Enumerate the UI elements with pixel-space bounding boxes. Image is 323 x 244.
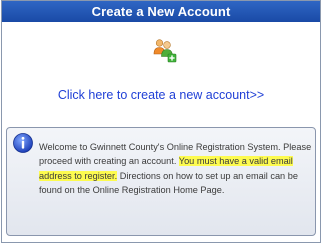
info-icon	[13, 133, 33, 153]
info-message-text: Welcome to Gwinnett County's Online Regi…	[39, 140, 312, 197]
create-account-panel: Create a New Account Click here to creat…	[1, 0, 321, 243]
create-account-link[interactable]: Click here to create a new account>>	[2, 88, 320, 102]
add-user-icon	[153, 39, 177, 63]
info-message-box: Welcome to Gwinnett County's Online Regi…	[6, 127, 316, 236]
panel-title: Create a New Account	[2, 1, 320, 22]
